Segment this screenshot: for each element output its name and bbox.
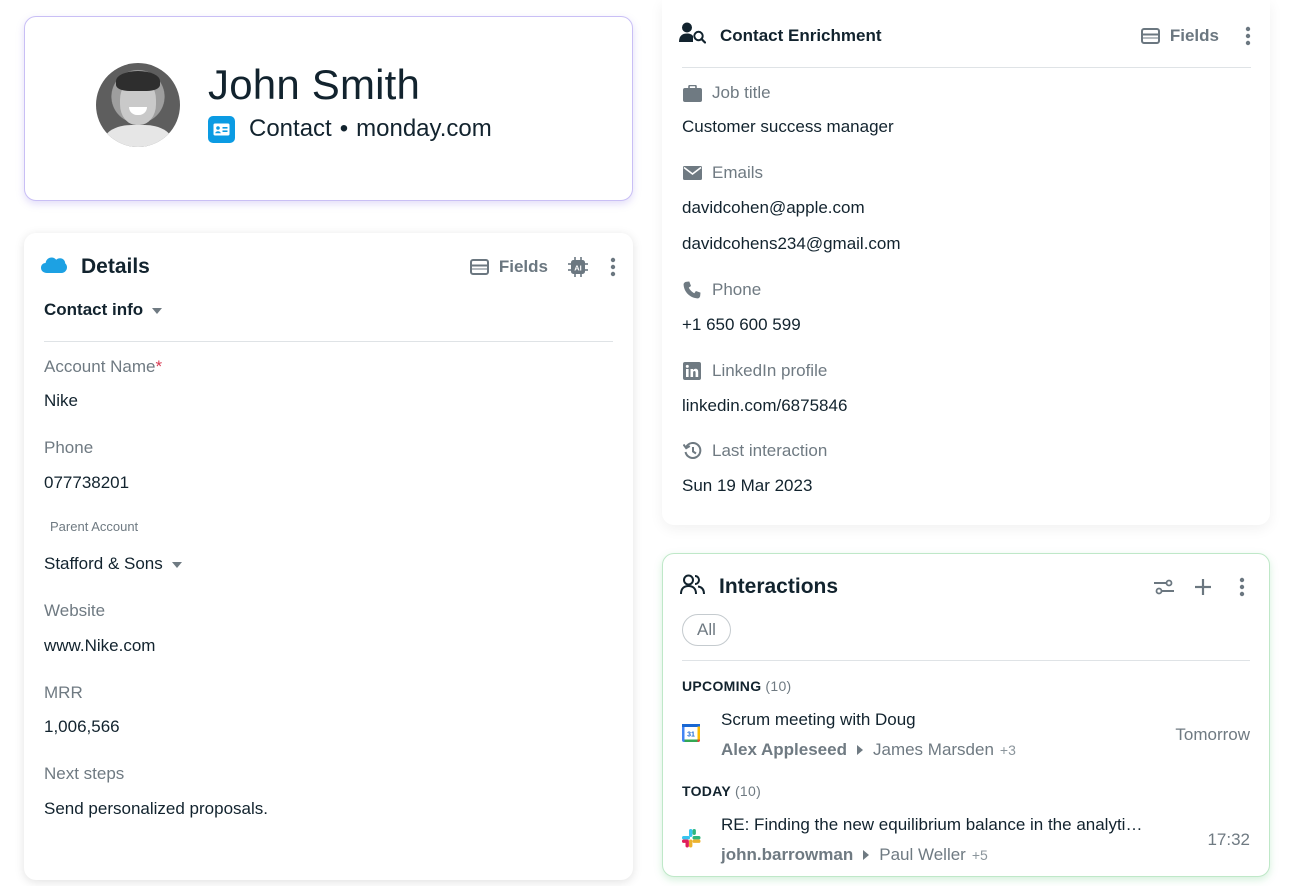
fields-icon	[469, 259, 489, 275]
enrichment-title: Contact Enrichment	[720, 25, 882, 45]
more-recipients: +5	[971, 847, 988, 863]
fields-label: Fields	[1169, 25, 1219, 45]
website-label: Website	[44, 601, 106, 620]
interactions-divider	[682, 660, 1250, 661]
more-recipients: +3	[999, 742, 1016, 758]
contact-card-icon	[208, 115, 235, 143]
slack-icon	[682, 829, 702, 849]
history-icon	[682, 441, 702, 461]
today-heading: TODAY (10)	[682, 783, 762, 799]
briefcase-icon	[682, 83, 702, 103]
enrichment-card: Contact Enrichment Fields Job title Cust…	[662, 0, 1270, 525]
account-name-label: Account Name*	[44, 357, 163, 376]
salesforce-cloud-icon	[41, 256, 67, 279]
today-count: (10)	[734, 783, 762, 799]
enrichment-divider	[682, 67, 1251, 68]
linkedin-value[interactable]: linkedin.com/6875846	[682, 396, 847, 416]
required-marker: *	[155, 357, 163, 376]
chevron-down-icon	[152, 307, 163, 314]
filter-icon[interactable]	[1154, 579, 1174, 595]
next-steps-label: Next steps	[44, 764, 125, 783]
interaction-participants-2: john.barrowman Paul Weller +5	[721, 845, 988, 865]
people-icon	[680, 574, 705, 600]
interaction-participants-1: Alex Appleseed James Marsden +3	[721, 740, 1016, 760]
details-title: Details	[81, 255, 150, 278]
mrr-value[interactable]: 1,006,566	[44, 717, 120, 737]
calendar-day: 31	[687, 732, 695, 739]
next-steps-value[interactable]: Send personalized proposals.	[44, 799, 268, 819]
ai-badge-text: AI	[574, 263, 582, 272]
envelope-icon	[682, 163, 702, 183]
email-value-2[interactable]: davidcohens234@gmail.com	[682, 234, 901, 254]
contact-info-dropdown[interactable]: Contact info	[44, 300, 163, 320]
interaction-time-2: 17:32	[1207, 830, 1250, 849]
details-card: Details Fields AI Contact info Account N…	[24, 233, 633, 880]
ai-chip-icon[interactable]: AI	[568, 257, 588, 277]
interaction-title-1[interactable]: Scrum meeting with Doug	[721, 710, 916, 730]
recipient-name: James Marsden	[872, 740, 994, 759]
person-search-icon	[679, 22, 707, 49]
contact-name: John Smith	[208, 61, 421, 108]
phone-icon	[682, 280, 702, 300]
contact-company: monday.com	[356, 115, 492, 142]
avatar	[96, 63, 180, 147]
arrow-right-icon	[856, 745, 863, 755]
details-divider	[44, 341, 613, 342]
google-calendar-icon: 31	[682, 724, 702, 744]
add-icon[interactable]	[1194, 578, 1212, 596]
upcoming-heading: UPCOMING (10)	[682, 678, 792, 694]
last-interaction-label: Last interaction	[682, 441, 827, 461]
enrichment-phone-value[interactable]: +1 650 600 599	[682, 315, 801, 335]
email-value-1[interactable]: davidcohen@apple.com	[682, 198, 865, 218]
last-interaction-value: Sun 19 Mar 2023	[682, 476, 813, 495]
interactions-card: Interactions All UPCOMING (10) 31 Scrum m…	[662, 553, 1270, 877]
job-title-label: Job title	[682, 83, 771, 103]
website-value[interactable]: www.Nike.com	[44, 636, 155, 656]
emails-label: Emails	[682, 163, 763, 183]
phone-label: Phone	[682, 280, 761, 300]
mrr-label: MRR	[44, 683, 83, 702]
details-more-icon[interactable]	[610, 257, 616, 277]
contact-subtitle: Contact • monday.com	[208, 115, 492, 143]
job-title-value: Customer success manager	[682, 117, 894, 136]
enrichment-header: Contact Enrichment Fields	[679, 22, 1251, 49]
linkedin-label: LinkedIn profile	[682, 361, 827, 381]
subtitle-separator: •	[339, 115, 349, 142]
enrichment-fields-button[interactable]: Fields	[1140, 25, 1219, 46]
recipient-name: Paul Weller	[879, 845, 966, 864]
interactions-header: Interactions	[680, 574, 1245, 600]
details-fields-button[interactable]: Fields	[469, 257, 548, 277]
interaction-time-1: Tomorrow	[1175, 725, 1250, 744]
sender-name: Alex Appleseed	[721, 740, 847, 759]
sender-name: john.barrowman	[721, 845, 854, 864]
interaction-title-2[interactable]: RE: Finding the new equilibrium balance …	[721, 815, 1142, 835]
arrow-right-icon	[863, 850, 870, 860]
interactions-title: Interactions	[719, 575, 839, 598]
linkedin-icon	[682, 361, 702, 381]
details-header: Details Fields AI	[41, 255, 616, 279]
account-name-value[interactable]: Nike	[44, 391, 78, 411]
parent-account-dropdown[interactable]: Stafford & Sons	[44, 554, 182, 574]
fields-icon	[1140, 27, 1160, 44]
contact-type: Contact	[249, 115, 332, 142]
parent-account-value: Stafford & Sons	[44, 554, 163, 573]
phone-value[interactable]: 077738201	[44, 473, 129, 493]
contact-info-label: Contact info	[44, 300, 144, 319]
chevron-down-icon	[171, 561, 182, 568]
profile-card: John Smith Contact • monday.com	[24, 16, 633, 201]
phone-label: Phone	[44, 438, 94, 457]
fields-label: Fields	[498, 257, 548, 276]
filter-all-pill[interactable]: All	[682, 614, 731, 646]
interactions-more-icon[interactable]	[1239, 577, 1245, 597]
enrichment-more-icon[interactable]	[1245, 26, 1251, 46]
parent-account-label: Parent Account	[50, 519, 139, 534]
upcoming-count: (10)	[765, 678, 792, 694]
